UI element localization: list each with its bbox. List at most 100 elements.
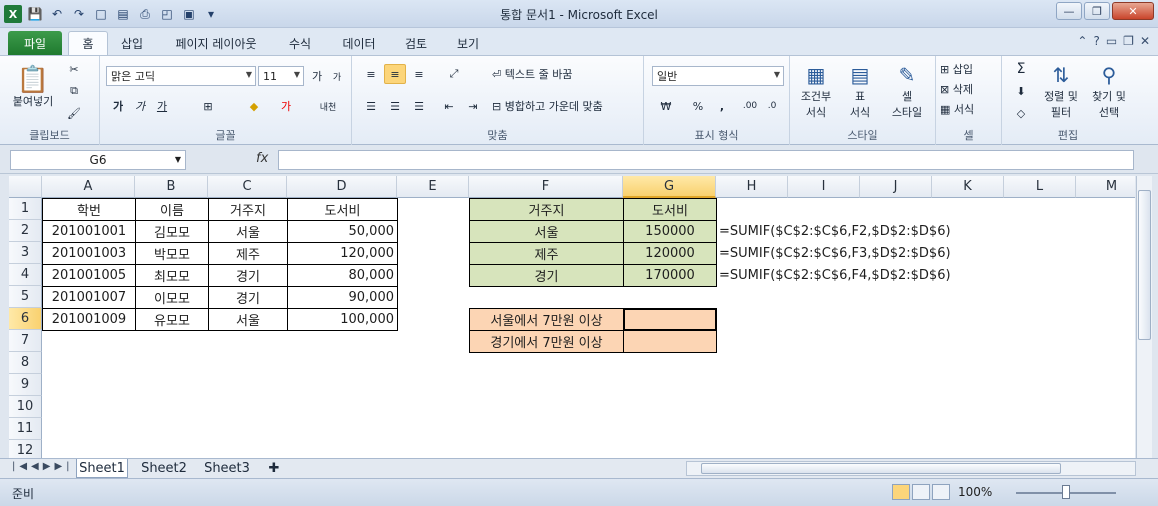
align-left-icon[interactable]: ☰ [360,96,382,116]
orientation-icon[interactable]: ⤢ [442,64,466,84]
column-header[interactable]: H [716,176,788,198]
collapse-ribbon-icon[interactable]: ⌃ [1077,34,1087,48]
delete-cells-button[interactable]: ⊠ 삭제 [940,80,998,98]
clear-icon[interactable]: ◇ [1010,104,1032,122]
cell-g1[interactable]: 도서비 [623,198,717,221]
tab-file[interactable]: 파일 [8,31,62,55]
normal-view-icon[interactable] [892,484,910,500]
cell-b2[interactable]: 김모모 [135,220,209,243]
name-box[interactable]: G6 ▼ [10,150,186,170]
zoom-level[interactable]: 100% [958,485,992,499]
cell-b5[interactable]: 이모모 [135,286,209,309]
column-header[interactable]: G [623,176,716,198]
column-header[interactable]: A [42,176,135,198]
horizontal-scroll-thumb[interactable] [701,463,1061,474]
cell-g6-selected[interactable] [623,308,717,331]
row-header[interactable]: 3 [9,242,42,264]
cell-b4[interactable]: 최모모 [135,264,209,287]
cell-g4[interactable]: 170000 [623,264,717,287]
merge-center-button[interactable]: ⊟ 병합하고 가운데 맞춤 [492,96,638,116]
cell-h4[interactable]: =SUMIF($C$2:$C$6,F4,$D$2:$D$6) [716,264,951,286]
column-header[interactable]: B [135,176,208,198]
insert-cells-button[interactable]: ⊞ 삽입 [940,60,998,78]
decrease-indent-icon[interactable]: ⇤ [438,96,460,116]
font-size-select[interactable]: 11 ▼ [258,66,304,86]
cell-g7[interactable] [623,330,717,353]
decrease-decimal-icon[interactable]: .0 [762,96,782,116]
cell-c3[interactable]: 제주 [208,242,288,265]
tab-page-layout[interactable]: 페이지 레이아웃 [164,31,268,55]
find-select-button[interactable]: ⚲ 찾기 및 선택 [1086,58,1132,124]
cell-f3[interactable]: 제주 [469,242,624,265]
sheet-tab-3[interactable]: Sheet3 [198,459,256,478]
row-header[interactable]: 7 [9,330,42,352]
page-break-view-icon[interactable] [932,484,950,500]
row-header[interactable]: 5 [9,286,42,308]
cell-c6[interactable]: 서울 [208,308,288,331]
format-cells-button[interactable]: ▦ 서식 [940,100,998,118]
phonetic-icon[interactable]: 내천 [316,96,340,116]
autosum-icon[interactable]: Σ [1010,60,1032,78]
grow-font-icon[interactable]: 가 [308,66,326,86]
cell-b1[interactable]: 이름 [135,198,209,221]
zoom-slider-knob[interactable] [1062,485,1070,499]
cell-c2[interactable]: 서울 [208,220,288,243]
column-header[interactable]: F [469,176,623,198]
help-icon[interactable]: ? [1093,34,1099,48]
cell-a2[interactable]: 201001001 [42,220,136,243]
font-name-select[interactable]: 맑은 고딕 ▼ [106,66,256,86]
cut-icon[interactable]: ✂ [64,60,84,78]
sheet-tab-2[interactable]: Sheet2 [136,459,192,478]
column-header[interactable]: D [287,176,397,198]
paste-button[interactable]: 📋 붙여넣기 [8,60,58,116]
insert-function-icon[interactable]: fx [256,151,268,166]
tab-data[interactable]: 데이터 [334,31,384,55]
row-header[interactable]: 10 [9,396,42,418]
align-top-icon[interactable]: ≡ [360,64,382,84]
minimize-button[interactable]: — [1056,2,1082,20]
vertical-scroll-thumb[interactable] [1138,190,1151,340]
worksheet-grid[interactable]: A B C D E F G H I J K L M 1 2 3 4 5 6 7 … [9,176,1135,458]
cell-a4[interactable]: 201001005 [42,264,136,287]
horizontal-scrollbar[interactable] [686,461,1136,476]
percent-button[interactable]: % [688,96,708,116]
cell-f1[interactable]: 거주지 [469,198,624,221]
row-header[interactable]: 4 [9,264,42,286]
tab-home[interactable]: 홈 [68,31,108,55]
cell-f4[interactable]: 경기 [469,264,624,287]
cell-a1[interactable]: 학번 [42,198,136,221]
number-format-select[interactable]: 일반 ▼ [652,66,784,86]
doc-minimize-icon[interactable]: ▭ [1106,34,1117,48]
align-center-icon[interactable]: ☰ [384,96,406,116]
column-header[interactable]: M [1076,176,1135,198]
formula-input[interactable] [278,150,1134,170]
cell-c1[interactable]: 거주지 [208,198,288,221]
italic-button[interactable]: 가 [130,96,150,116]
align-right-icon[interactable]: ☰ [408,96,430,116]
cell-a6[interactable]: 201001009 [42,308,136,331]
cell-a3[interactable]: 201001003 [42,242,136,265]
cell-a5[interactable]: 201001007 [42,286,136,309]
new-sheet-icon[interactable]: ✚ [262,459,286,478]
row-header[interactable]: 2 [9,220,42,242]
cell-h2[interactable]: =SUMIF($C$2:$C$6,F2,$D$2:$D$6) [716,220,951,242]
column-header[interactable]: L [1004,176,1076,198]
row-header[interactable]: 6 [9,308,42,330]
comma-button[interactable]: , [712,96,732,116]
format-as-table-button[interactable]: ▤ 표 서식 [840,58,880,124]
close-button[interactable]: ✕ [1112,2,1154,20]
fill-icon[interactable]: ⬇ [1010,82,1032,100]
row-header[interactable]: 8 [9,352,42,374]
row-header[interactable]: 9 [9,374,42,396]
cell-d1[interactable]: 도서비 [287,198,398,221]
shrink-font-icon[interactable]: 가 [328,66,346,86]
row-header[interactable]: 11 [9,418,42,440]
cell-f2[interactable]: 서울 [469,220,624,243]
fill-color-icon[interactable]: ◆ [242,96,266,116]
column-header[interactable]: E [397,176,469,198]
underline-button[interactable]: 가 [152,96,172,116]
align-middle-icon[interactable]: ≡ [384,64,406,84]
vertical-scrollbar[interactable] [1136,176,1152,458]
row-header[interactable]: 12 [9,440,42,458]
bold-button[interactable]: 가 [108,96,128,116]
